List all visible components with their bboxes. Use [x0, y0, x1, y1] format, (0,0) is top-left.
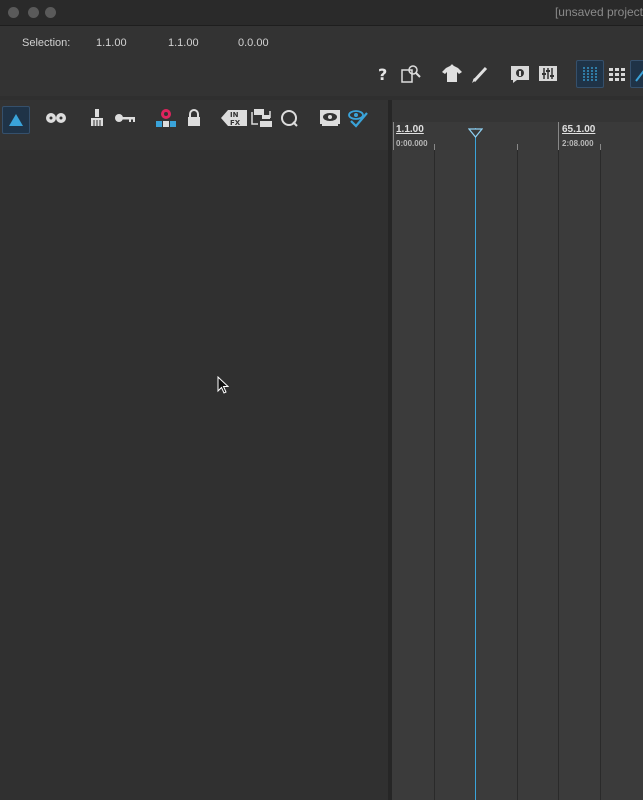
title-bar: [unsaved project: [0, 0, 643, 26]
window-title: [unsaved project: [554, 5, 643, 19]
svg-text:IN: IN: [230, 111, 239, 119]
brush-icon[interactable]: [85, 106, 109, 130]
grid-line: [517, 150, 518, 800]
grid-line: [558, 150, 559, 800]
infx-icon[interactable]: IN FX: [220, 106, 248, 130]
selection-length[interactable]: 0.0.00: [238, 37, 269, 49]
selection-label: Selection:: [22, 37, 71, 49]
grid-lines-icon[interactable]: [576, 60, 604, 88]
main-toolbar: ?: [0, 56, 643, 96]
info-panel-icon[interactable]: [508, 62, 532, 86]
track-list-area[interactable]: [0, 150, 388, 800]
playhead-marker[interactable]: [467, 125, 484, 143]
lock-icon[interactable]: [182, 106, 206, 130]
ruler-bar-label: 1.1.00: [396, 124, 424, 135]
mouse-cursor-icon: [217, 375, 230, 399]
tape-reels-icon[interactable]: [44, 106, 68, 130]
search-circle-icon[interactable]: [277, 106, 301, 130]
minimize-window-button[interactable]: [28, 7, 39, 18]
file-search-icon[interactable]: [398, 62, 422, 86]
playhead-line[interactable]: [475, 128, 476, 800]
ruler-time-label: 0:00.000: [396, 139, 428, 148]
help-icon[interactable]: ?: [371, 62, 395, 86]
selection-end[interactable]: 1.1.00: [168, 37, 199, 49]
svg-text:FX: FX: [230, 119, 241, 127]
ruler-time-label: 2:08.000: [562, 139, 594, 148]
ruler-top-strip: [392, 100, 643, 122]
show-icon[interactable]: [318, 106, 342, 130]
grid-line: [434, 150, 435, 800]
visibility-check-icon[interactable]: [346, 106, 370, 130]
record-arm-icon[interactable]: [154, 106, 178, 130]
selection-start[interactable]: 1.1.00: [96, 37, 127, 49]
swap-tracks-icon[interactable]: [250, 106, 274, 130]
grid-dots-icon[interactable]: [605, 62, 629, 86]
close-window-button[interactable]: [8, 7, 19, 18]
pen-icon[interactable]: [468, 62, 492, 86]
shirt-icon[interactable]: [440, 62, 464, 86]
key-icon[interactable]: [113, 106, 137, 130]
svg-text:?: ?: [378, 65, 387, 83]
grid-line: [600, 150, 601, 800]
collapse-triangle-icon[interactable]: [2, 106, 30, 134]
ruler-tick: [558, 122, 559, 150]
automation-icon[interactable]: [630, 60, 643, 88]
arrange-area[interactable]: [392, 150, 643, 800]
selection-bar: Selection: 1.1.00 1.1.00 0.0.00: [0, 26, 643, 56]
zoom-window-button[interactable]: [45, 7, 56, 18]
ruler-bar-label: 65.1.00: [562, 124, 596, 135]
mixer-icon[interactable]: [536, 62, 560, 86]
ruler-tick: [393, 122, 394, 150]
